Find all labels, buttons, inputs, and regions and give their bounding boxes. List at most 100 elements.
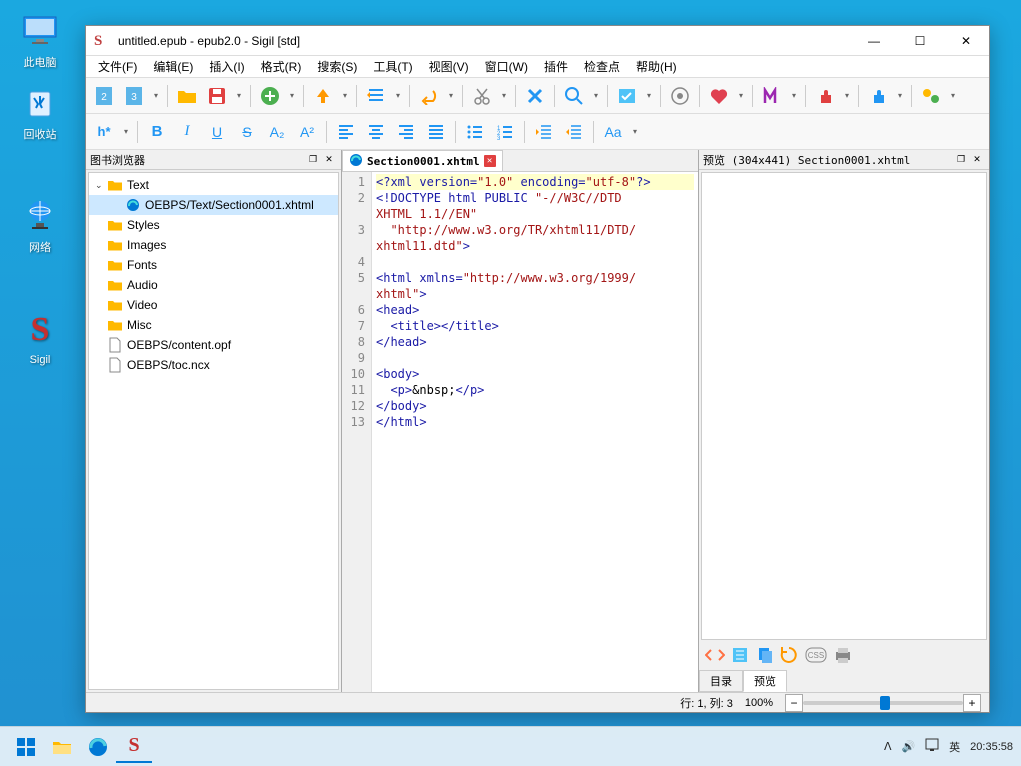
- validate-icon[interactable]: [613, 82, 641, 110]
- dropdown-icon[interactable]: ▾: [590, 82, 602, 110]
- book-tree[interactable]: ⌄TextOEBPS/Text/Section0001.xhtmlStylesI…: [88, 172, 339, 690]
- plugin2-icon[interactable]: [864, 82, 892, 110]
- menu-window[interactable]: 窗口(W): [477, 56, 536, 77]
- tree-item[interactable]: ⌄Text: [89, 175, 338, 195]
- metadata-icon[interactable]: [758, 82, 786, 110]
- plugin-icon[interactable]: [811, 82, 839, 110]
- dropdown-icon[interactable]: ▾: [643, 82, 655, 110]
- tree-item[interactable]: Misc: [89, 315, 338, 335]
- panel-header[interactable]: 预览 (304x441) Section0001.xhtml ❐ ✕: [699, 150, 989, 170]
- dropdown-icon[interactable]: ▾: [788, 82, 800, 110]
- start-button[interactable]: [8, 731, 44, 763]
- refresh-icon[interactable]: [779, 645, 799, 668]
- add-icon[interactable]: [256, 82, 284, 110]
- tray-ime[interactable]: 英: [949, 739, 960, 755]
- desktop-icon-recycle-bin[interactable]: 回收站: [10, 82, 70, 142]
- align-right-icon[interactable]: [392, 118, 420, 146]
- indent-icon[interactable]: [362, 82, 390, 110]
- remove-icon[interactable]: [521, 82, 549, 110]
- target-icon[interactable]: [666, 82, 694, 110]
- tree-item[interactable]: Fonts: [89, 255, 338, 275]
- dropdown-icon[interactable]: ▾: [894, 82, 906, 110]
- minimize-button[interactable]: —: [851, 26, 897, 56]
- align-justify-icon[interactable]: [422, 118, 450, 146]
- bold-button[interactable]: B: [143, 118, 171, 146]
- tree-item[interactable]: OEBPS/toc.ncx: [89, 355, 338, 375]
- code-view-icon[interactable]: [705, 647, 725, 666]
- dropdown-icon[interactable]: ▾: [150, 82, 162, 110]
- menu-plugins[interactable]: 插件: [536, 56, 576, 77]
- dropdown-icon[interactable]: ▾: [392, 82, 404, 110]
- tab-preview[interactable]: 预览: [743, 670, 787, 692]
- favorite-icon[interactable]: [705, 82, 733, 110]
- editor-tab[interactable]: Section0001.xhtml ✕: [342, 150, 503, 171]
- task-edge[interactable]: [80, 731, 116, 763]
- close-button[interactable]: ✕: [943, 26, 989, 56]
- zoom-out-button[interactable]: −: [785, 694, 803, 712]
- float-panel-icon[interactable]: ❐: [305, 152, 321, 168]
- zoom-slider[interactable]: [803, 701, 963, 705]
- dropdown-icon[interactable]: ▾: [841, 82, 853, 110]
- menu-tools[interactable]: 工具(T): [365, 56, 420, 77]
- list-bullet-icon[interactable]: [461, 118, 489, 146]
- menu-format[interactable]: 格式(R): [253, 56, 310, 77]
- code-editor[interactable]: 12345678910111213 <?xml version="1.0" en…: [342, 172, 698, 692]
- task-sigil[interactable]: S: [116, 731, 152, 763]
- tray-time[interactable]: 20:35:58: [970, 741, 1013, 753]
- menu-search[interactable]: 搜索(S): [309, 56, 365, 77]
- undo-icon[interactable]: [415, 82, 443, 110]
- file3-icon[interactable]: 3: [120, 82, 148, 110]
- tree-item[interactable]: Images: [89, 235, 338, 255]
- heading-button[interactable]: h*: [90, 118, 118, 146]
- italic-button[interactable]: I: [173, 118, 201, 146]
- menu-insert[interactable]: 插入(I): [201, 56, 252, 77]
- outdent-icon[interactable]: [530, 118, 558, 146]
- menu-view[interactable]: 视图(V): [421, 56, 477, 77]
- tools-icon[interactable]: [917, 82, 945, 110]
- close-panel-icon[interactable]: ✕: [321, 152, 337, 168]
- dropdown-icon[interactable]: ▾: [735, 82, 747, 110]
- css-icon[interactable]: CSS: [805, 647, 827, 666]
- maximize-button[interactable]: ☐: [897, 26, 943, 56]
- menu-edit[interactable]: 编辑(E): [145, 56, 201, 77]
- panel-header[interactable]: 图书浏览器 ❐ ✕: [86, 150, 341, 170]
- dropdown-icon[interactable]: ▾: [233, 82, 245, 110]
- task-explorer[interactable]: [44, 731, 80, 763]
- tab-toc[interactable]: 目录: [699, 670, 743, 692]
- tray-chevron-icon[interactable]: ᐱ: [884, 740, 892, 753]
- titlebar[interactable]: S untitled.epub - epub2.0 - Sigil [std] …: [86, 26, 989, 56]
- dropdown-icon[interactable]: ▾: [498, 82, 510, 110]
- dropdown-icon[interactable]: ▾: [445, 82, 457, 110]
- menu-file[interactable]: 文件(F): [90, 56, 145, 77]
- code-content[interactable]: <?xml version="1.0" encoding="utf-8"?><!…: [372, 172, 698, 692]
- tree-item[interactable]: Video: [89, 295, 338, 315]
- tree-item[interactable]: OEBPS/content.opf: [89, 335, 338, 355]
- up-arrow-icon[interactable]: [309, 82, 337, 110]
- tree-item[interactable]: OEBPS/Text/Section0001.xhtml: [89, 195, 338, 215]
- file2-icon[interactable]: 2: [90, 82, 118, 110]
- dropdown-icon[interactable]: ▾: [947, 82, 959, 110]
- print-icon[interactable]: [833, 646, 853, 667]
- slider-thumb[interactable]: [880, 696, 890, 710]
- desktop-icon-this-pc[interactable]: 此电脑: [10, 10, 70, 70]
- save-icon[interactable]: [203, 82, 231, 110]
- strike-button[interactable]: S: [233, 118, 261, 146]
- menu-help[interactable]: 帮助(H): [628, 56, 685, 77]
- menu-checkpoint[interactable]: 检查点: [576, 56, 628, 77]
- zoom-in-button[interactable]: +: [963, 694, 981, 712]
- align-center-icon[interactable]: [362, 118, 390, 146]
- dropdown-icon[interactable]: ▾: [286, 82, 298, 110]
- underline-button[interactable]: U: [203, 118, 231, 146]
- copy-icon[interactable]: [755, 646, 773, 667]
- dropdown-icon[interactable]: ▾: [120, 118, 132, 146]
- tree-item[interactable]: Audio: [89, 275, 338, 295]
- superscript-button[interactable]: A²: [293, 118, 321, 146]
- align-left-icon[interactable]: [332, 118, 360, 146]
- cut-icon[interactable]: [468, 82, 496, 110]
- open-folder-icon[interactable]: [173, 82, 201, 110]
- close-tab-icon[interactable]: ✕: [484, 155, 496, 167]
- tray-network-icon[interactable]: [925, 738, 939, 755]
- desktop-icon-sigil[interactable]: S Sigil: [10, 310, 70, 366]
- case-button[interactable]: Aa: [599, 118, 627, 146]
- close-panel-icon[interactable]: ✕: [969, 152, 985, 168]
